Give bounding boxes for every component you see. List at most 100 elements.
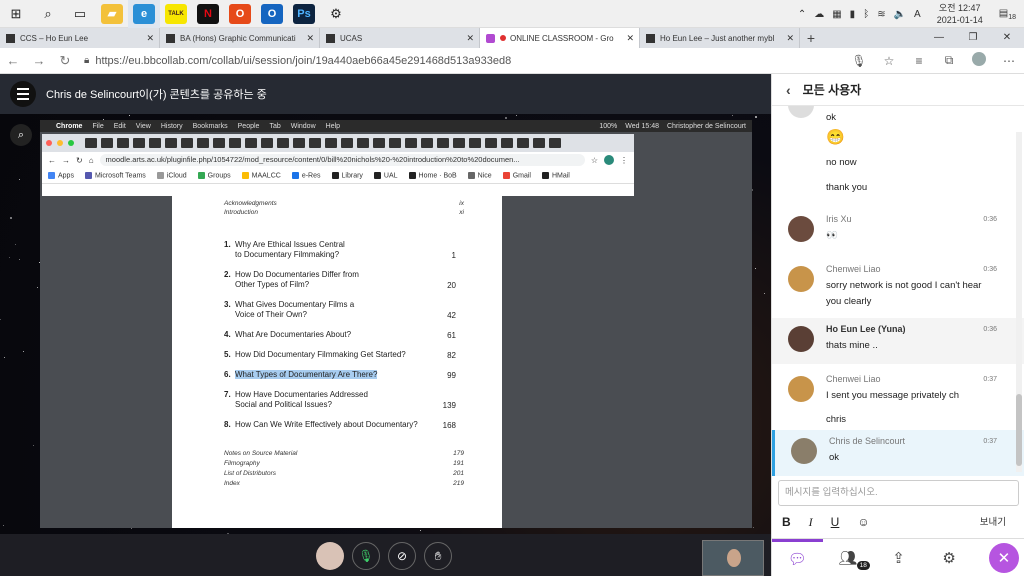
settings-tab[interactable]: ⚙: [924, 539, 975, 576]
back-button[interactable]: ←: [0, 53, 26, 68]
italic-button[interactable]: I: [809, 515, 813, 530]
browser-tab[interactable]: Ho Eun Lee – Just another mybl ✕: [640, 28, 800, 48]
tab-close-icon[interactable]: ✕: [626, 33, 634, 44]
browser-tab[interactable]: ONLINE CLASSROOM - Gro ✕: [480, 28, 640, 48]
new-tab-button[interactable]: +: [800, 28, 822, 48]
bluetooth-icon[interactable]: ᛒ: [863, 9, 869, 20]
microphone-icon[interactable]: 🎙︎: [844, 54, 874, 68]
toc-chapter-page: 42: [447, 311, 456, 320]
toc-chapter: 3. What Gives Documentary Films a Voice of…: [224, 300, 464, 320]
office-icon[interactable]: O: [224, 0, 256, 28]
collab-header: Chris de Selincourt이(가) 콘텐츠를 공유하는 중: [0, 74, 771, 114]
start-icon[interactable]: ⊞: [0, 0, 32, 28]
kakaotalk-icon[interactable]: TALK: [160, 0, 192, 28]
mac-menu-item: People: [237, 122, 260, 130]
panel-nav: 💬︎ 👥︎ 18 ⇪ ⚙ ✕: [772, 538, 1024, 576]
mac-clock: Wed 15:48: [625, 122, 659, 130]
send-button[interactable]: 보내기: [980, 514, 1006, 528]
restore-button[interactable]: ❐: [956, 28, 990, 48]
more-menu-icon[interactable]: ⋯: [994, 54, 1024, 68]
forward-button[interactable]: →: [26, 53, 52, 68]
shared-bookmark-label: UAL: [383, 172, 398, 180]
self-video-thumbnail[interactable]: [702, 540, 764, 576]
reload-button[interactable]: ↻: [52, 53, 78, 69]
zoom-icon[interactable]: ⌕: [10, 124, 32, 146]
shared-home-icon: ⌂: [88, 155, 94, 165]
tab-close-icon[interactable]: ✕: [306, 33, 314, 44]
chat-scrollbar[interactable]: [1016, 132, 1022, 472]
chevron-up-icon[interactable]: ⌃: [798, 9, 806, 20]
bold-button[interactable]: B: [782, 515, 791, 529]
chat-message-input[interactable]: 메시지를 입력하십시오.: [778, 480, 1019, 506]
toc-chapter-number: 4.: [224, 330, 231, 339]
bookmark-star-icon[interactable]: ☆: [874, 54, 904, 68]
wifi-icon[interactable]: ≋: [877, 9, 885, 20]
shared-tab-favicon-icon: [533, 138, 545, 148]
battery-icon[interactable]: ▮: [850, 9, 856, 20]
avatar[interactable]: [788, 216, 814, 242]
shared-tab-favicon-icon: [293, 138, 305, 148]
share-content-tab[interactable]: ⇪: [873, 539, 924, 576]
netflix-icon[interactable]: N: [192, 0, 224, 28]
network-icon[interactable]: ▦: [832, 9, 841, 20]
shared-forward-icon: →: [62, 155, 70, 165]
notification-icon[interactable]: ▤18: [999, 8, 1016, 21]
tab-close-icon[interactable]: ✕: [466, 33, 474, 44]
toc-chapter-title: How Do Documentaries Differ from: [235, 270, 359, 279]
chat-message-list[interactable]: ok 😁 no now thank you Iris Xu 0:36 👀 Chenwei Li…: [772, 106, 1024, 478]
close-panel-button[interactable]: ✕: [988, 543, 1019, 573]
microphone-button[interactable]: 🎙︎: [352, 542, 380, 570]
settings-icon[interactable]: ⚙: [320, 0, 352, 28]
file-explorer-icon[interactable]: ▰: [96, 0, 128, 28]
photoshop-icon[interactable]: Ps: [288, 0, 320, 28]
taskview-icon[interactable]: ▭: [64, 0, 96, 28]
star: [18, 178, 20, 180]
url-field[interactable]: 🔒︎ https://eu.bbcollab.com/collab/ui/ses…: [84, 55, 844, 67]
browser-tab[interactable]: CCS – Ho Eun Lee ✕: [0, 28, 160, 48]
underline-button[interactable]: U: [831, 515, 840, 529]
session-menu-button[interactable]: [10, 81, 36, 107]
chat-line: you clearly: [826, 296, 872, 307]
minimize-button[interactable]: —: [922, 28, 956, 48]
extensions-icon[interactable]: ⧉: [934, 53, 964, 68]
collab-stage: Chris de Selincourt이(가) 콘텐츠를 공유하는 중 ⌕ Ch…: [0, 74, 771, 576]
tab-close-icon[interactable]: ✕: [146, 33, 154, 44]
tab-favicon-icon: [646, 33, 655, 43]
chat-tab[interactable]: 💬︎: [772, 539, 823, 576]
clock[interactable]: 오전 12:47 2021-01-14: [937, 2, 983, 26]
mac-menu-item: File: [92, 122, 104, 130]
avatar[interactable]: [788, 376, 814, 402]
my-avatar-button[interactable]: [316, 542, 344, 570]
chat-sender-name: Iris Xu: [826, 214, 852, 224]
outlook-icon[interactable]: O: [256, 0, 288, 28]
avatar[interactable]: [791, 438, 817, 464]
shared-bookmark: Gmail: [502, 171, 531, 179]
camera-off-button[interactable]: ⊘: [388, 542, 416, 570]
emoji-button[interactable]: ☺: [857, 515, 869, 529]
raise-hand-button[interactable]: ✋︎: [424, 542, 452, 570]
avatar[interactable]: [788, 106, 814, 118]
toc-front-entry: Introduction xi: [224, 209, 464, 216]
toc-chapter-page: 20: [447, 281, 456, 290]
avatar[interactable]: [788, 326, 814, 352]
chevron-left-icon[interactable]: ‹: [786, 82, 791, 98]
search-icon[interactable]: ⌕: [32, 0, 64, 28]
edge-icon[interactable]: e: [128, 0, 160, 28]
profile-avatar[interactable]: [964, 52, 994, 69]
notification-count: 18: [1008, 13, 1016, 21]
attendees-tab[interactable]: 👥︎ 18: [823, 539, 874, 576]
browser-tab[interactable]: BA (Hons) Graphic Communicati ✕: [160, 28, 320, 48]
tab-close-icon[interactable]: ✕: [786, 33, 794, 44]
cloud-icon[interactable]: ☁: [814, 9, 824, 20]
browser-tab-strip: CCS – Ho Eun Lee ✕ BA (Hons) Graphic Commu…: [0, 28, 1024, 48]
ime-icon[interactable]: A: [914, 9, 921, 20]
browser-tab[interactable]: UCAS ✕: [320, 28, 480, 48]
bookmark-icon: [241, 171, 249, 179]
close-window-button[interactable]: ✕: [990, 28, 1024, 48]
avatar[interactable]: [788, 266, 814, 292]
reading-list-icon[interactable]: ≡: [904, 54, 934, 68]
volume-icon[interactable]: 🔈: [894, 9, 906, 20]
toc-chapter-number: 1.: [224, 240, 231, 249]
chat-message-text: thats mine ..: [826, 338, 996, 354]
highlighted-selection: What Types of Documentary Are There?: [235, 370, 378, 379]
